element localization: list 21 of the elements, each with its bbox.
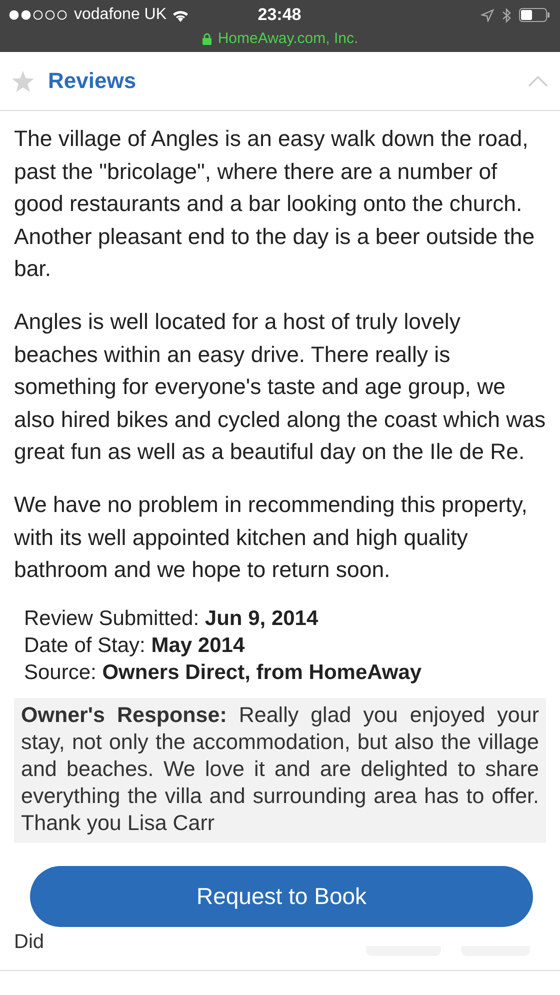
review-detail: Date of Stay: May 2014 — [24, 632, 246, 659]
star-icon — [12, 70, 34, 92]
review-paragraph: The village of Angles is an easy walk down the road, past the "bricolage", where there are a number of good restaurants and a bar looking onto the church. Another pleasant end to the day is a beer outside the bar. — [14, 125, 536, 284]
review-paragraph: We have no problem in recommending this property, with its well appointed kitchen and high quality bathroom and we hope to return soon. — [14, 490, 528, 584]
request-to-book-button[interactable]: Request to Book — [30, 866, 533, 927]
site-name: HomeAway.com, Inc. — [218, 30, 358, 47]
battery-icon — [519, 8, 550, 22]
review-paragraph: Angles is well located for a host of truly lovely beaches within an easy drive. There really is something for everyone's taste and age group, we also hired bikes and cycled along the coast which was great fun as well as a beautiful day on the Ile de Re. — [14, 308, 546, 466]
bluetooth-icon — [502, 8, 511, 22]
location-arrow-icon — [481, 8, 494, 22]
wifi-icon — [172, 8, 189, 22]
review-detail: Source: Owners Direct, from HomeAway — [24, 660, 423, 686]
status-time: 23:48 — [258, 5, 302, 25]
owner-response: Owner's Response: Really glad you enjoyed your stay, not only the accommodation, but also the village and beaches. We love it and are delighted to share everything the villa and surrounding area has to offer. Thank you Lisa Carr — [14, 698, 546, 843]
carrier-name: vodafone UK — [74, 6, 167, 24]
collapse-chevron-icon[interactable] — [528, 76, 548, 86]
helpful-prompt: Did — [14, 930, 46, 954]
section-title: Reviews — [48, 68, 138, 94]
lock-icon — [202, 32, 212, 44]
signal-strength-icon — [9, 10, 69, 20]
review-detail: Review Submitted: Jun 9, 2014 — [24, 606, 320, 632]
